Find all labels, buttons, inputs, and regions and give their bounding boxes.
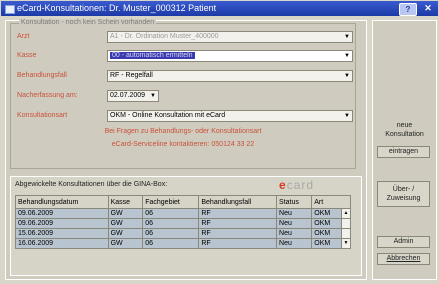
table-cell: RF [198,228,278,239]
table-cell: RF [198,238,278,249]
title-bar: eCard-Konsultationen: Dr. Muster_000312 … [1,1,438,16]
hint-text-line2: eCard-Serviceline kontaktieren: 050124 3… [111,141,255,148]
scrollbar-track[interactable] [341,218,351,229]
table-row[interactable]: 16.06.2009 GW 06 RF Neu OKM ▼ [15,238,351,249]
eintragen-button[interactable]: eintragen [377,146,430,158]
table-cell: Neu [276,218,313,229]
table-cell: Neu [276,228,313,239]
abbrechen-button[interactable]: Abbrechen [377,253,430,265]
ecard-logo: ecard [279,178,315,192]
konsultationsart-label: Konsultationsart [17,112,68,119]
admin-button[interactable]: Admin [377,236,430,248]
scroll-down-arrow-icon[interactable]: ▼ [341,238,351,249]
table-cell: RF [198,208,278,219]
arzt-label: Arzt [17,33,30,40]
kasse-value: 00 - automatisch ermitteln [110,52,195,59]
table-row[interactable]: 09.06.2009 GW 06 RF Neu OKM [15,218,351,229]
nacherfassung-value: 02.07.2009 [110,92,146,99]
table-cell: GW [107,208,144,219]
table-cell: 09.06.2009 [15,218,109,229]
table-cell: 06 [142,238,200,249]
table-row[interactable]: 15.06.2009 GW 06 RF Neu OKM [15,228,351,239]
chevron-down-icon[interactable]: ▼ [343,33,351,41]
arzt-value: A1 - Dr. Ordination Muster_400000 [110,33,219,40]
dialog-window: eCard-Konsultationen: Dr. Muster_000312 … [0,0,439,284]
kasse-label: Kasse [17,52,37,59]
table-cell: OKM [311,238,342,249]
table-header-row: Behandlungsdatum Kasse Fachgebiet Behand… [15,195,351,209]
window-title: eCard-Konsultationen: Dr. Muster_000312 … [17,3,217,13]
consultations-heading: Abgewickelte Konsultationen über die GIN… [15,181,168,188]
table-cell: 09.06.2009 [15,208,109,219]
consultation-group: Konsultation - noch kein Schein vorhande… [10,19,356,169]
table-cell: GW [107,228,144,239]
behandlungsfall-label: Behandlungsfall [17,72,67,79]
nacherfassung-label: Nacherfassung am: [17,92,78,99]
konsultationsart-value: OKM - Online Konsultation mit eCard [110,112,226,119]
arzt-select[interactable]: A1 - Dr. Ordination Muster_400000 ▼ [107,31,353,43]
close-icon[interactable]: ✕ [421,3,435,14]
kasse-select[interactable]: 00 - automatisch ermitteln ▼ [107,50,353,62]
window-icon [5,5,15,14]
table-cell: Neu [276,208,313,219]
column-header[interactable]: Behandlungsdatum [15,195,109,209]
neue-konsultation-label: neue Konsultation [385,122,424,138]
table-cell: 15.06.2009 [15,228,109,239]
table-cell: RF [198,218,278,229]
table-cell: OKM [311,218,342,229]
table-cell: 06 [142,228,200,239]
table-cell: GW [107,218,144,229]
nacherfassung-date-input[interactable]: 02.07.2009 ▼ [107,90,159,102]
behandlungsfall-select[interactable]: RF - Regelfall ▼ [107,70,353,82]
column-header[interactable]: Kasse [107,195,144,209]
table-cell: 06 [142,208,200,219]
scroll-up-arrow-icon[interactable]: ▲ [341,208,351,219]
column-header[interactable]: Art [311,195,351,209]
help-icon[interactable]: ? [399,3,417,16]
consultations-table: Behandlungsdatum Kasse Fachgebiet Behand… [15,195,351,249]
konsultationsart-select[interactable]: OKM - Online Konsultation mit eCard ▼ [107,110,353,122]
main-panel: Konsultation - noch kein Schein vorhande… [5,19,367,280]
table-cell: GW [107,238,144,249]
chevron-down-icon[interactable]: ▼ [149,92,157,100]
chevron-down-icon[interactable]: ▼ [343,112,351,120]
chevron-down-icon[interactable]: ▼ [343,72,351,80]
column-header[interactable]: Fachgebiet [142,195,200,209]
table-cell: Neu [276,238,313,249]
table-cell: OKM [311,208,342,219]
column-header[interactable]: Status [276,195,313,209]
behandlungsfall-value: RF - Regelfall [110,72,153,79]
chevron-down-icon[interactable]: ▼ [343,52,351,60]
column-header[interactable]: Behandlungsfall [198,195,278,209]
ueberweisung-button[interactable]: Über- / Zuweisung [377,181,430,207]
scrollbar-track[interactable] [341,228,351,239]
table-cell: OKM [311,228,342,239]
table-cell: 16.06.2009 [15,238,109,249]
action-sidebar: neue Konsultation eintragen Über- / Zuwe… [372,20,437,280]
consultations-panel: Abgewickelte Konsultationen über die GIN… [10,176,362,276]
table-cell: 06 [142,218,200,229]
hint-text-line1: Bei Fragen zu Behandlungs- oder Konsulta… [104,128,262,135]
group-legend: Konsultation - noch kein Schein vorhande… [19,19,157,26]
table-row[interactable]: 09.06.2009 GW 06 RF Neu OKM ▲ [15,208,351,219]
